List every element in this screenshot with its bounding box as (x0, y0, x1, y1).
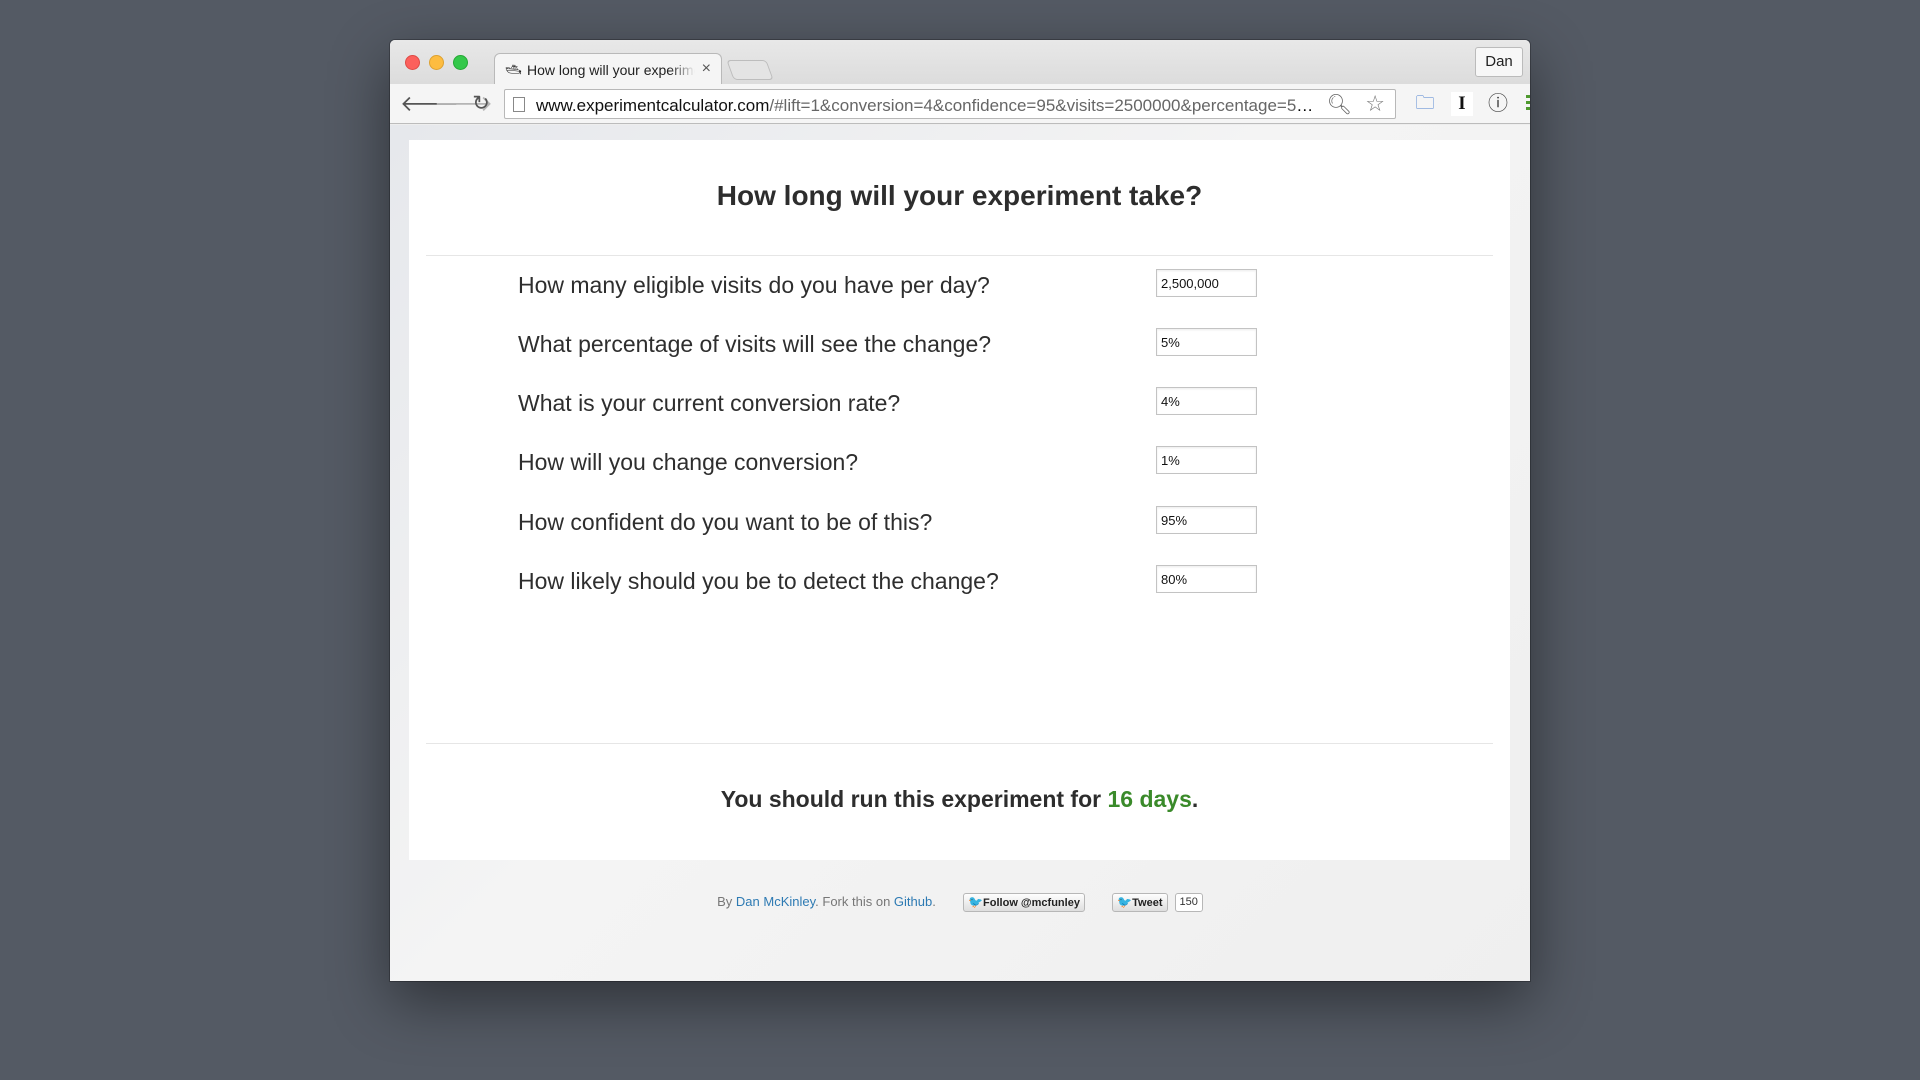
footer-fork-text: . Fork this on (815, 893, 894, 909)
percentage-visits-input[interactable] (1156, 328, 1257, 356)
footer: By Dan McKinley. Fork this on Github. 🐦F… (390, 893, 1530, 912)
forward-arrow-icon[interactable]: 🡒 (434, 91, 493, 117)
conversion-rate-input[interactable] (1156, 387, 1257, 415)
instapaper-extension-icon[interactable]: I (1451, 92, 1473, 116)
url-path: /#lift=1&conversion=4&confidence=95&visi… (769, 96, 1322, 115)
result-prefix: You should run this experiment for (720, 786, 1108, 812)
window-close-button[interactable] (405, 55, 420, 70)
footer-period: . (932, 893, 936, 909)
back-arrow-icon[interactable]: 🡐 (400, 91, 459, 117)
question-row-visits: How many eligible visits do you have per… (518, 269, 1368, 309)
question-label: How confident do you want to be of this? (518, 509, 933, 535)
new-tab-button[interactable] (726, 60, 774, 80)
twitter-bird-icon: 🐦 (1117, 895, 1133, 909)
divider (426, 743, 1493, 744)
confidence-input[interactable] (1156, 506, 1257, 534)
result-sentence: You should run this experiment for 16 da… (409, 786, 1510, 813)
browser-window: 🛥 How long will your experiment take? × … (390, 40, 1530, 981)
question-row-confidence: How confident do you want to be of this? (518, 506, 1368, 546)
page-title: How long will your experiment take? (716, 180, 1203, 211)
power-input[interactable] (1156, 565, 1257, 593)
tab-active[interactable]: 🛥 How long will your experiment take? × (494, 53, 722, 84)
question-row-lift: How will you change conversion? (518, 446, 1368, 486)
question-label: How will you change conversion? (518, 449, 859, 475)
visits-per-day-input[interactable] (1156, 269, 1257, 297)
address-bar[interactable]: www.experimentcalculator.com/#lift=1&con… (504, 89, 1396, 119)
window-minimize-button[interactable] (429, 55, 444, 70)
follow-label: Follow @mcfunley (983, 897, 1080, 909)
window-maximize-button[interactable] (453, 55, 468, 70)
menu-hamburger-icon[interactable] (1526, 92, 1530, 116)
result-days: 16 days (1107, 786, 1192, 812)
question-row-power: How likely should you be to detect the c… (518, 565, 1368, 605)
tab-title: How long will your experiment take? (527, 62, 695, 78)
url-text[interactable]: www.experimentcalculator.com/#lift=1&con… (536, 96, 1322, 116)
page-icon (513, 97, 525, 112)
boat-favicon-icon: 🛥 (505, 62, 522, 77)
result-suffix: . (1191, 786, 1199, 812)
question-row-percentage: What percentage of visits will see the c… (518, 328, 1368, 368)
twitter-follow-button[interactable]: 🐦Follow @mcfunley (963, 893, 1085, 912)
tweet-count: 150 (1174, 893, 1203, 912)
divider (426, 255, 1493, 256)
tweet-label: Tweet (1132, 897, 1163, 909)
browser-toolbar: 🡐 🡒 ↻ www.experimentcalculator.com/#lift… (390, 84, 1530, 124)
author-link[interactable]: Dan McKinley (736, 894, 815, 909)
github-link[interactable]: Github (894, 894, 932, 909)
calculator-card: How long will your experiment take? How … (409, 140, 1510, 860)
password-manager-icon[interactable]: ⓘ (1486, 92, 1510, 116)
reload-icon[interactable]: ↻ (468, 91, 494, 117)
twitter-bird-icon: 🐦 (968, 895, 984, 909)
question-row-conversion: What is your current conversion rate? (518, 387, 1368, 427)
tab-close-icon[interactable]: × (702, 60, 711, 78)
question-label: How many eligible visits do you have per… (518, 272, 990, 298)
tweet-button[interactable]: 🐦Tweet (1112, 893, 1168, 912)
profile-button[interactable]: Dan (1475, 47, 1523, 77)
url-host: www.experimentcalculator.com (536, 96, 770, 115)
search-icon[interactable]: 🔍︎ (1327, 92, 1352, 117)
conversion-change-input[interactable] (1156, 446, 1257, 474)
question-label: What percentage of visits will see the c… (518, 331, 992, 357)
folder-extension-icon[interactable]: 🗀 (1412, 92, 1438, 116)
footer-by: By (717, 893, 736, 909)
question-label: What is your current conversion rate? (518, 390, 901, 416)
tab-strip: 🛥 How long will your experiment take? × … (390, 40, 1530, 84)
question-label: How likely should you be to detect the c… (518, 568, 999, 594)
page-viewport: How long will your experiment take? How … (390, 125, 1530, 981)
bookmark-star-icon[interactable]: ☆ (1365, 91, 1385, 117)
